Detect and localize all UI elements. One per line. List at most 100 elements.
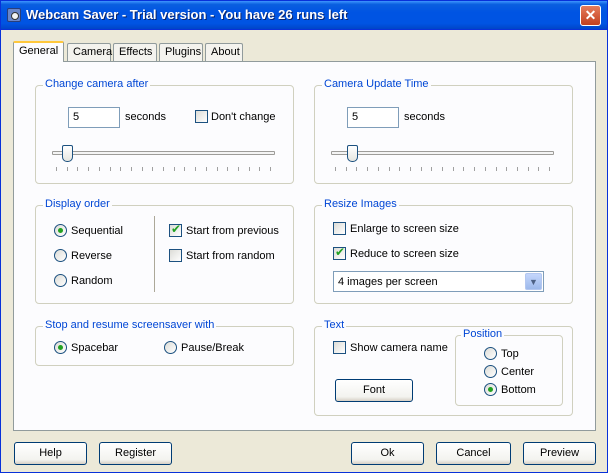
spacebar-radio[interactable] bbox=[54, 341, 67, 354]
position-bottom-label: Bottom bbox=[501, 384, 536, 396]
update-time-title: Camera Update Time bbox=[322, 78, 431, 90]
slider-tick bbox=[142, 167, 143, 171]
change-camera-group: Change camera after 5 seconds Don't chan… bbox=[35, 78, 294, 184]
slider-tick bbox=[485, 167, 486, 171]
display-order-separator bbox=[154, 216, 155, 292]
position-group: Position Top Center Bottom bbox=[455, 328, 563, 406]
position-title: Position bbox=[461, 328, 505, 340]
tab-effects[interactable]: Effects bbox=[113, 43, 157, 61]
slider-tick bbox=[131, 167, 132, 171]
ok-button[interactable]: Ok bbox=[351, 442, 424, 465]
position-top-radio[interactable] bbox=[484, 347, 497, 360]
close-button[interactable]: ✕ bbox=[580, 5, 601, 26]
slider-tick bbox=[474, 167, 475, 171]
slider-tick bbox=[367, 167, 368, 171]
text-group: Text Show camera name Font Position Top … bbox=[314, 319, 573, 416]
pause-break-label: Pause/Break bbox=[181, 342, 244, 354]
slider-tick bbox=[549, 167, 550, 171]
slider-tick bbox=[56, 167, 57, 171]
change-camera-unit: seconds bbox=[125, 111, 166, 123]
slider-tick bbox=[152, 167, 153, 171]
slider-tick bbox=[88, 167, 89, 171]
start-from-random-label: Start from random bbox=[186, 250, 275, 262]
slider-tick bbox=[431, 167, 432, 171]
display-order-group: Display order Sequential Reverse Random … bbox=[35, 198, 294, 304]
images-per-screen-select[interactable]: 4 images per screen ▼ bbox=[333, 271, 544, 292]
slider-tick bbox=[77, 167, 78, 171]
pause-break-radio[interactable] bbox=[164, 341, 177, 354]
slider-tick bbox=[528, 167, 529, 171]
register-button[interactable]: Register bbox=[99, 442, 172, 465]
text-title: Text bbox=[322, 319, 347, 331]
slider-tick bbox=[453, 167, 454, 171]
display-order-title: Display order bbox=[43, 198, 112, 210]
order-reverse-radio[interactable] bbox=[54, 249, 67, 262]
slider-tick bbox=[442, 167, 443, 171]
show-camera-name-checkbox[interactable] bbox=[333, 341, 346, 354]
order-reverse-label: Reverse bbox=[71, 250, 112, 262]
position-top-label: Top bbox=[501, 348, 519, 360]
slider-tick bbox=[270, 167, 271, 171]
order-sequential-radio[interactable] bbox=[54, 224, 67, 237]
cancel-button[interactable]: Cancel bbox=[436, 442, 511, 465]
slider-tick bbox=[506, 167, 507, 171]
images-per-screen-value: 4 images per screen bbox=[338, 276, 438, 288]
dialog-window: Webcam Saver - Trial version - You have … bbox=[0, 0, 608, 473]
slider-tick bbox=[463, 167, 464, 171]
position-center-radio[interactable] bbox=[484, 365, 497, 378]
update-time-group: Camera Update Time 5 seconds bbox=[314, 78, 573, 184]
change-camera-seconds-input[interactable]: 5 bbox=[68, 107, 120, 128]
slider-tick bbox=[399, 167, 400, 171]
tab-camera[interactable]: Camera bbox=[67, 43, 112, 61]
update-time-unit: seconds bbox=[404, 111, 445, 123]
stop-resume-title: Stop and resume screensaver with bbox=[43, 319, 217, 331]
enlarge-checkbox[interactable] bbox=[333, 222, 346, 235]
dont-change-label: Don't change bbox=[211, 111, 276, 123]
slider-tick bbox=[389, 167, 390, 171]
tab-plugins[interactable]: Plugins bbox=[159, 43, 203, 61]
preview-button[interactable]: Preview bbox=[523, 442, 596, 465]
slider-tick bbox=[335, 167, 336, 171]
reduce-checkbox[interactable] bbox=[333, 245, 346, 260]
change-camera-slider-thumb[interactable] bbox=[62, 145, 73, 162]
tab-general[interactable]: General bbox=[13, 41, 64, 62]
resize-images-group: Resize Images Enlarge to screen size Red… bbox=[314, 198, 573, 304]
slider-tick bbox=[421, 167, 422, 171]
update-time-slider-thumb[interactable] bbox=[347, 145, 358, 162]
help-button[interactable]: Help bbox=[14, 442, 87, 465]
start-from-random-checkbox[interactable] bbox=[169, 249, 182, 262]
stop-resume-group: Stop and resume screensaver with Spaceba… bbox=[35, 319, 294, 366]
position-center-label: Center bbox=[501, 366, 535, 378]
window-title: Webcam Saver - Trial version - You have … bbox=[26, 7, 348, 22]
slider-tick bbox=[517, 167, 518, 171]
font-button[interactable]: Font bbox=[335, 379, 413, 402]
position-bottom-radio[interactable] bbox=[484, 383, 497, 396]
start-from-previous-label: Start from previous bbox=[186, 225, 279, 237]
change-camera-slider-track[interactable] bbox=[52, 151, 275, 155]
order-sequential-label: Sequential bbox=[71, 225, 123, 237]
title-bar[interactable]: Webcam Saver - Trial version - You have … bbox=[1, 1, 607, 30]
tab-about[interactable]: About bbox=[205, 43, 243, 61]
update-time-slider-ticks bbox=[335, 167, 550, 171]
slider-tick bbox=[174, 167, 175, 171]
slider-tick bbox=[99, 167, 100, 171]
update-time-slider-track[interactable] bbox=[331, 151, 554, 155]
update-time-seconds-input[interactable]: 5 bbox=[347, 107, 399, 128]
chevron-down-icon[interactable]: ▼ bbox=[525, 273, 542, 290]
webcam-icon bbox=[7, 8, 21, 22]
slider-tick bbox=[378, 167, 379, 171]
order-random-radio[interactable] bbox=[54, 274, 67, 287]
slider-tick bbox=[184, 167, 185, 171]
change-camera-title: Change camera after bbox=[43, 78, 151, 90]
slider-tick bbox=[238, 167, 239, 171]
slider-tick bbox=[538, 167, 539, 171]
enlarge-label: Enlarge to screen size bbox=[350, 223, 459, 235]
slider-tick bbox=[496, 167, 497, 171]
slider-tick bbox=[195, 167, 196, 171]
reduce-label: Reduce to screen size bbox=[350, 248, 459, 260]
slider-tick bbox=[120, 167, 121, 171]
slider-tick bbox=[110, 167, 111, 171]
dont-change-checkbox[interactable] bbox=[195, 110, 208, 123]
start-from-previous-checkbox[interactable] bbox=[169, 222, 182, 237]
general-tab-panel: Change camera after 5 seconds Don't chan… bbox=[13, 61, 596, 431]
